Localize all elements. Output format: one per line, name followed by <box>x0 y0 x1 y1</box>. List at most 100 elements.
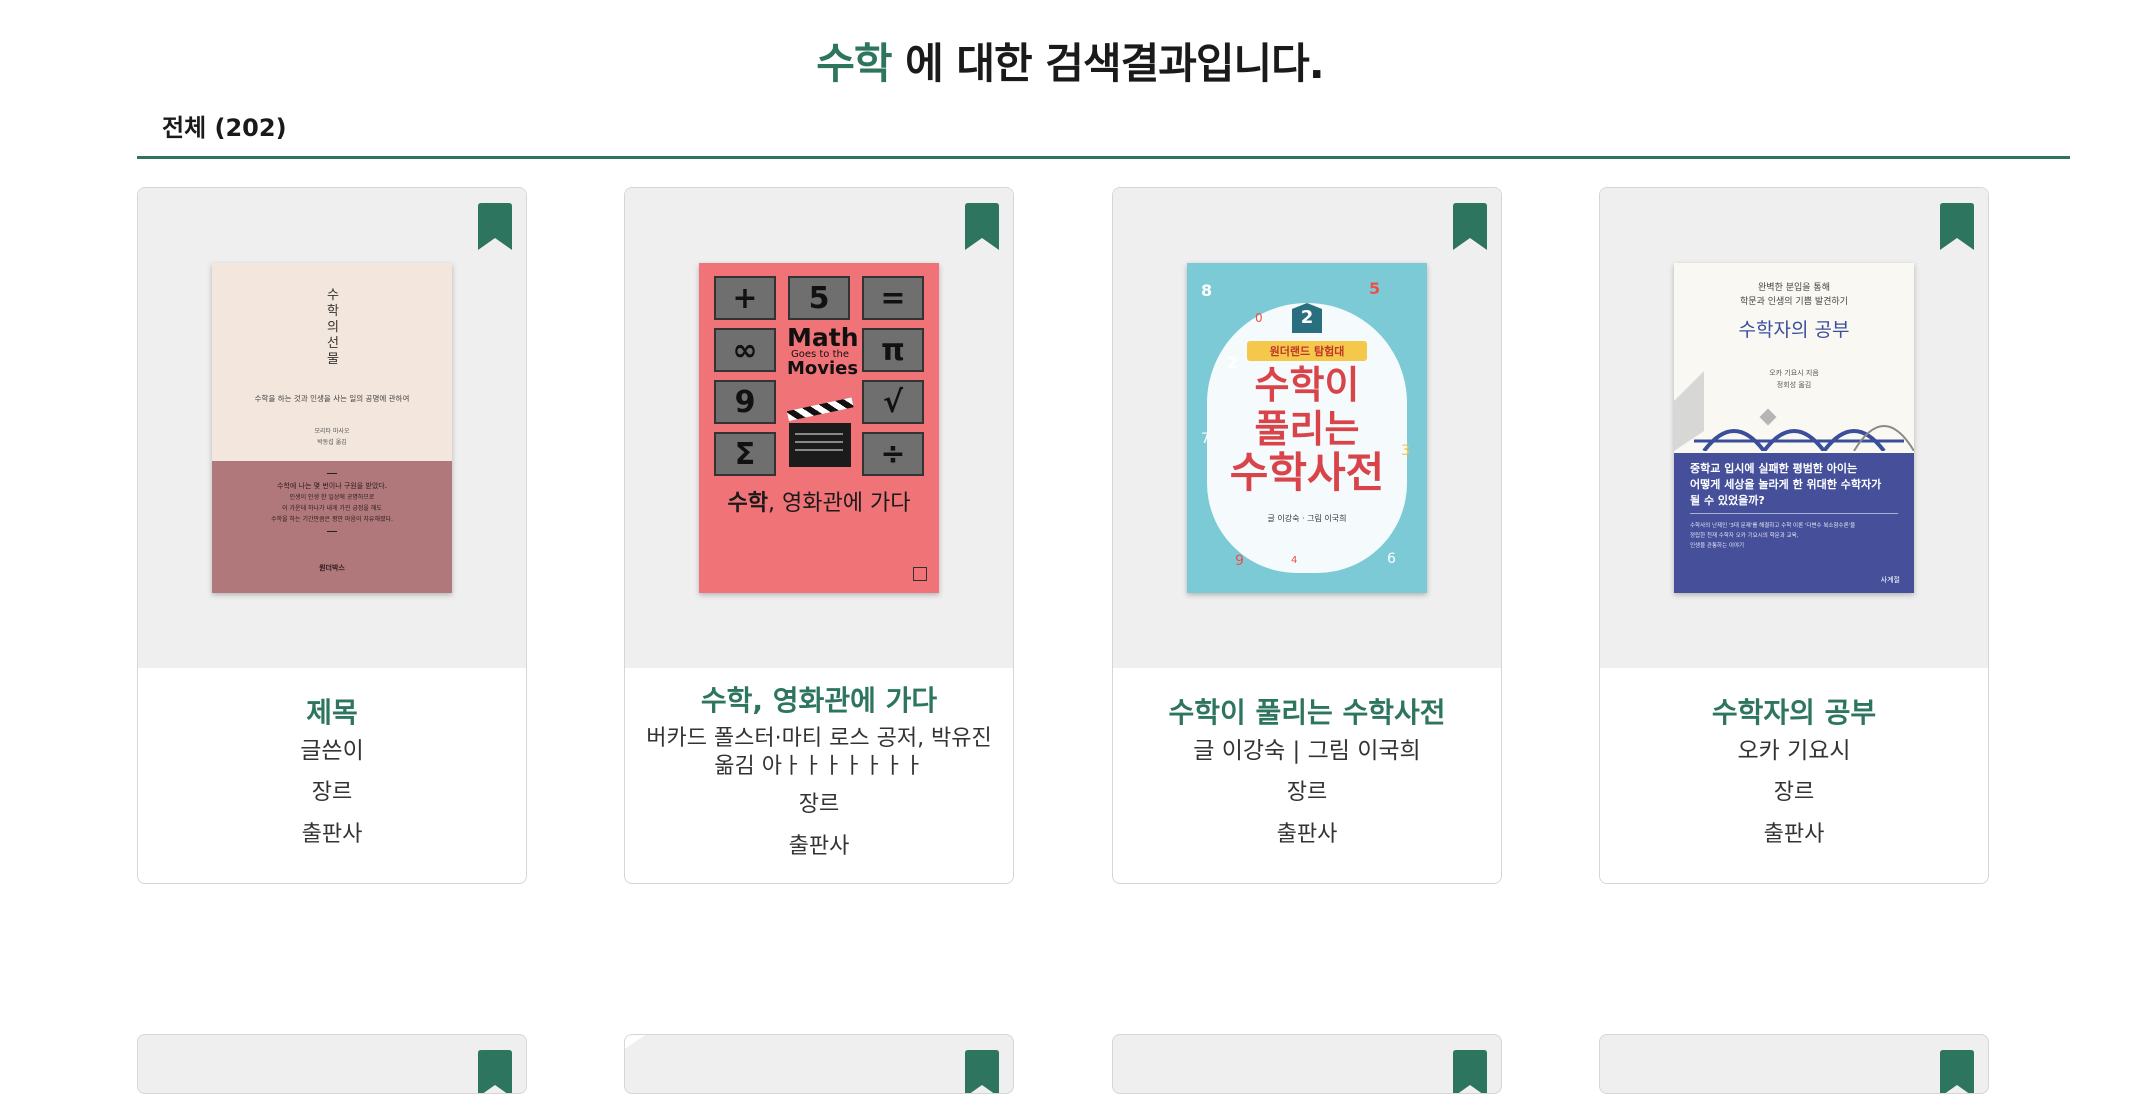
bookmark-icon[interactable] <box>1940 1050 1974 1094</box>
book-card-partial[interactable] <box>1599 1034 1989 1094</box>
bridge-illustration <box>1674 371 1914 451</box>
cover-badge: 2 <box>1292 303 1322 333</box>
cover-title-char: 학 <box>327 304 339 319</box>
book-cover: 2 원더랜드 탐험대 수학이 풀리는 수학사전 글 이강숙 · 그림 이국희 8… <box>1187 263 1427 593</box>
bookmark-icon[interactable] <box>478 203 512 250</box>
search-result-suffix: 에 대한 검색결과입니다. <box>891 39 1325 88</box>
tab-all[interactable]: 전체 (202) <box>162 108 287 143</box>
cover-number: 6 <box>1387 551 1396 567</box>
cover-blurb: 될 수 있었을까? <box>1690 494 1765 507</box>
book-genre: 장르 <box>1773 780 1815 805</box>
cover-ko-title-rest: , 영화관에 가다 <box>768 491 911 516</box>
cover-symbol-tile: = <box>862 276 924 320</box>
book-info: 수학이 풀리는 수학사전 글 이강숙 | 그림 이국희 장르 출판사 <box>1113 668 1501 853</box>
cover-quote-line: 수학에 나는 몇 번이나 구원을 받았다. <box>277 482 387 490</box>
cover-symbol-tile: ÷ <box>862 432 924 476</box>
book-card-partial[interactable] <box>1112 1034 1502 1094</box>
category-tabbar: 전체 (202) <box>137 100 2070 159</box>
book-info: 수학, 영화관에 가다 버카드 폴스터·마티 로스 공저, 박유진 옮김 아ㅏㅏ… <box>625 668 1013 865</box>
book-card[interactable]: 2 원더랜드 탐험대 수학이 풀리는 수학사전 글 이강숙 · 그림 이국희 8… <box>1112 187 1502 884</box>
book-author: 글쓴이 <box>300 738 364 764</box>
book-author: 글 이강숙 | 그림 이국희 <box>1193 738 1421 764</box>
book-image-area: 수 학 의 선 물 수학을 하는 것과 인생을 사는 일의 공명에 관하여 모리… <box>138 188 526 668</box>
cover-quote-line: 인생이 인생 한 일상에 공명하므로 <box>289 494 375 501</box>
book-title[interactable]: 수학, 영화관에 가다 <box>625 681 1013 721</box>
cover-number: 9 <box>1235 553 1244 569</box>
cover-small-text: 인생을 관통하는 이야기 <box>1690 543 1745 549</box>
book-title[interactable]: 제목 <box>138 693 526 733</box>
cover-translator: 박동섭 옮김 <box>317 439 347 446</box>
cover-quote-line: 이 가운데 하나가 내게 가진 긍정을 해도 <box>282 505 382 512</box>
cover-publisher: 원더박스 <box>319 564 345 572</box>
cover-subtitle: 수학을 하는 것과 인생을 사는 일의 공명에 관하여 <box>254 394 410 403</box>
book-title[interactable]: 수학이 풀리는 수학사전 <box>1113 693 1501 733</box>
cover-number: 7 <box>1201 431 1210 447</box>
book-image-area: 2 원더랜드 탐험대 수학이 풀리는 수학사전 글 이강숙 · 그림 이국희 8… <box>1113 188 1501 668</box>
cover-small-text: 수학사의 난제인 '3대 문제'를 해결하고 수학 이론 '다변수 복소함수론'… <box>1690 523 1856 529</box>
book-info: 수학자의 공부 오카 기요시 장르 출판사 <box>1600 668 1988 853</box>
cover-number: 5 <box>1369 279 1381 298</box>
cover-blurb: 중학교 입시에 실패한 평범한 아이는 <box>1690 462 1858 475</box>
cover-title-line: 수학이 <box>1254 363 1360 407</box>
cover-ko-title: 수학, 영화관에 가다 <box>699 485 939 517</box>
search-keyword: 수학 <box>816 39 892 88</box>
book-card[interactable]: 완벽한 분입을 통해 학문과 인생의 기쁨 발견하기 수학자의 공부 오카 기요… <box>1599 187 1989 884</box>
book-author: 오카 기요시 <box>1737 738 1851 764</box>
cover-symbol-tile: 5 <box>788 276 850 320</box>
cover-publisher: 사계절 <box>1880 576 1900 584</box>
cover-title-char: 수 <box>327 288 339 303</box>
cover-title-line: 풀리는 <box>1254 407 1360 451</box>
cover-credit: 글 이강숙 · 그림 이국희 <box>1267 514 1347 523</box>
bookmark-icon[interactable] <box>965 1050 999 1094</box>
bookmark-icon[interactable] <box>1453 203 1487 250</box>
book-title[interactable]: 수학자의 공부 <box>1600 693 1988 733</box>
cover-symbol-tile: 9 <box>714 380 776 424</box>
book-genre: 장르 <box>798 792 840 817</box>
cover-title-char: 의 <box>327 320 339 335</box>
book-publisher: 출판사 <box>1763 822 1825 847</box>
clapperboard-icon <box>786 397 854 467</box>
cover-number: 4 <box>1291 555 1298 566</box>
cover-title: 수학자의 공부 <box>1738 319 1850 341</box>
book-card[interactable]: + 5 = ∞ π 9 √ Σ ÷ Math Goes to the Movie… <box>624 187 1014 884</box>
book-image-area: + 5 = ∞ π 9 √ Σ ÷ Math Goes to the Movie… <box>625 188 1013 668</box>
cover-symbol-tile: Σ <box>714 432 776 476</box>
bookmark-icon[interactable] <box>965 203 999 250</box>
book-card-partial[interactable] <box>624 1034 1014 1094</box>
bookmark-icon[interactable] <box>1940 203 1974 250</box>
cover-ko-title-bold: 수학 <box>727 491 769 516</box>
cover-symbol-tile: ∞ <box>714 328 776 372</box>
book-author: 버카드 폴스터·마티 로스 공저, 박유진 옮김 아ㅏㅏㅏㅏㅏㅏㅏ <box>646 726 992 779</box>
book-publisher: 출판사 <box>301 822 363 847</box>
cover-en-title: Movies <box>787 358 859 379</box>
cover-symbol-tile: π <box>862 328 924 372</box>
cover-quote-line: 수학을 하는 기간만큼은 평안 마음이 자유해졌다. <box>271 516 393 523</box>
book-info: 제목 글쓴이 장르 출판사 <box>138 668 526 853</box>
cover-number: 8 <box>1201 281 1213 300</box>
book-publisher: 출판사 <box>1276 822 1338 847</box>
book-card[interactable]: 수 학 의 선 물 수학을 하는 것과 인생을 사는 일의 공명에 관하여 모리… <box>137 187 527 884</box>
book-cover: 수 학 의 선 물 수학을 하는 것과 인생을 사는 일의 공명에 관하여 모리… <box>212 263 452 593</box>
cover-tagline: 학문과 인생의 기쁨 발견하기 <box>1740 297 1848 307</box>
book-genre: 장르 <box>1286 780 1328 805</box>
book-card-partial[interactable] <box>137 1034 527 1094</box>
cover-author: 모리타 마사오 <box>314 428 350 435</box>
book-cover: 완벽한 분입을 통해 학문과 인생의 기쁨 발견하기 수학자의 공부 오카 기요… <box>1674 263 1914 593</box>
book-genre: 장르 <box>311 780 353 805</box>
cover-small-text: 정립한 천재 수학자 오카 기요시의 학문과 교육, <box>1690 533 1799 539</box>
cover-title-line: 수학사전 <box>1229 448 1385 497</box>
bookmark-icon[interactable] <box>478 1050 512 1094</box>
book-image-area: 완벽한 분입을 통해 학문과 인생의 기쁨 발견하기 수학자의 공부 오카 기요… <box>1600 188 1988 668</box>
cover-title-char: 물 <box>327 352 339 367</box>
book-cover: + 5 = ∞ π 9 √ Σ ÷ Math Goes to the Movie… <box>699 263 939 593</box>
cover-title-char: 선 <box>327 336 339 351</box>
cover-number: 0 <box>1255 311 1263 325</box>
publisher-logo-icon <box>913 567 927 581</box>
cover-blurb: 어떻게 세상을 놀라게 한 위대한 수학자가 <box>1690 478 1882 491</box>
cover-tagline: 완벽한 분입을 통해 <box>1758 283 1830 293</box>
cover-number: 2 <box>1227 353 1239 372</box>
search-result-heading: 수학 에 대한 검색결과입니다. <box>0 30 2140 91</box>
bookmark-icon[interactable] <box>1453 1050 1487 1094</box>
cover-en-title: Math <box>787 323 859 352</box>
cover-symbol-tile: + <box>714 276 776 320</box>
